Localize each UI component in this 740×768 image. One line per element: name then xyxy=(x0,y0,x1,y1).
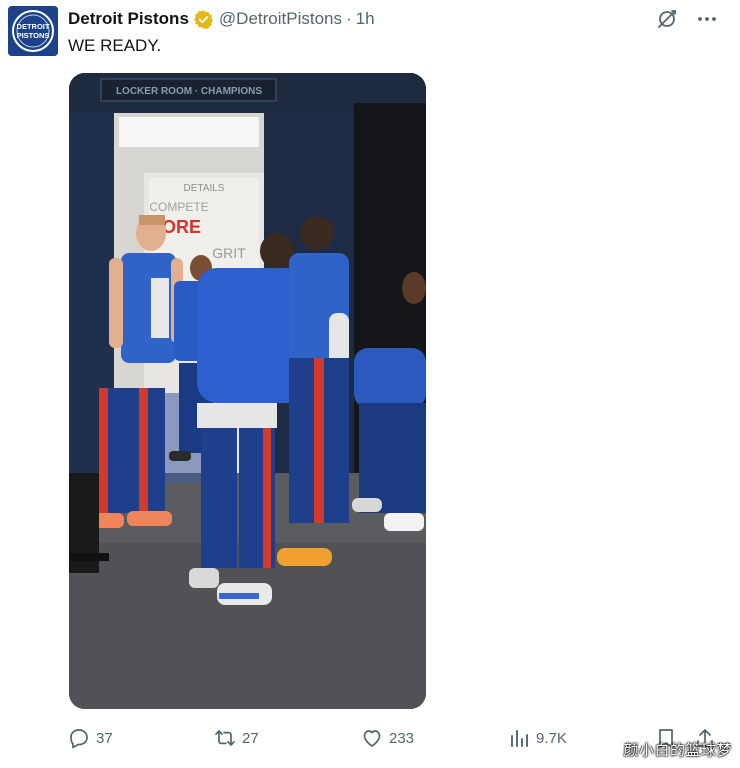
retweet-button[interactable]: 27 xyxy=(214,724,259,752)
retweet-count: 27 xyxy=(242,729,259,747)
reply-count: 37 xyxy=(96,729,113,747)
views-button[interactable]: 9.7K xyxy=(508,724,567,752)
reply-button[interactable]: 37 xyxy=(68,724,113,752)
avatar-logo-line1: DETROIT xyxy=(17,22,50,31)
banner-text-2: COMPETE xyxy=(149,200,208,214)
verified-badge-icon xyxy=(193,9,213,29)
reply-icon xyxy=(70,729,88,749)
tweet: DETROIT PISTONS Detroit Pistons @Detroit… xyxy=(0,0,740,768)
like-count: 233 xyxy=(389,729,415,747)
heart-icon xyxy=(363,730,381,747)
locker-room-sign: LOCKER ROOM · CHAMPIONS xyxy=(116,86,262,97)
tweet-header: Detroit Pistons @DetroitPistons · 1h xyxy=(68,8,375,30)
top-actions xyxy=(656,8,718,30)
handle[interactable]: @DetroitPistons xyxy=(219,9,342,29)
banner-text-4: GRIT xyxy=(212,245,246,261)
like-button[interactable]: 233 xyxy=(361,724,414,752)
avatar-logo-line2: PISTONS xyxy=(17,31,50,40)
views-chart-icon xyxy=(511,730,528,747)
watermark: 颜小白的篮球梦 xyxy=(623,742,732,759)
separator-dot: · xyxy=(345,9,352,28)
retweet-icon xyxy=(215,730,235,746)
video-frame: LOCKER ROOM · CHAMPIONS DETAILS COMPETE … xyxy=(69,73,426,709)
tweet-media-video[interactable]: LOCKER ROOM · CHAMPIONS DETAILS COMPETE … xyxy=(69,73,426,709)
display-name[interactable]: Detroit Pistons xyxy=(68,9,189,29)
tweet-text: WE READY. xyxy=(68,36,162,55)
views-count: 9.7K xyxy=(536,729,567,747)
more-icon[interactable] xyxy=(696,8,718,30)
banner-text-1: DETAILS xyxy=(184,183,225,194)
timestamp[interactable]: 1h xyxy=(356,9,375,29)
pistons-logo-icon: DETROIT PISTONS xyxy=(8,6,58,56)
avatar[interactable]: DETROIT PISTONS xyxy=(8,6,58,56)
grok-icon[interactable] xyxy=(656,8,678,30)
